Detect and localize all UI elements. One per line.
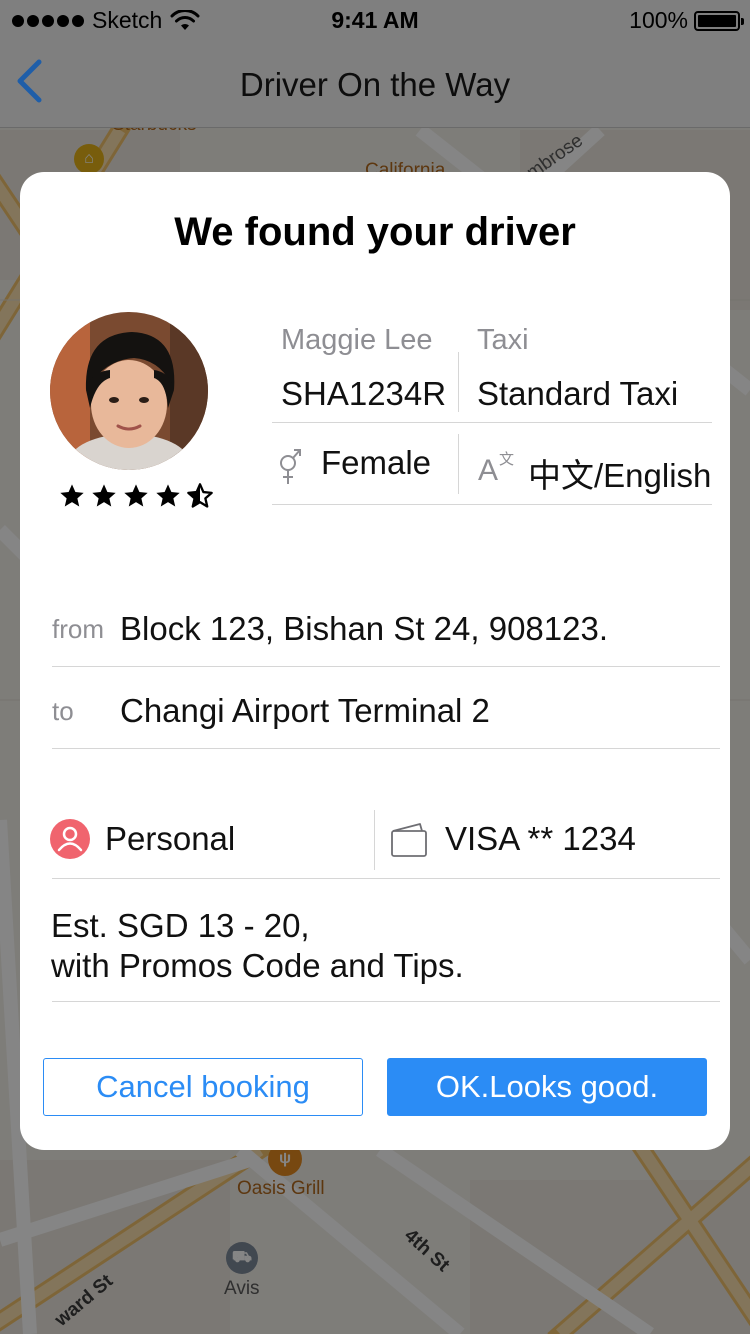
person-icon [50, 819, 90, 859]
wallet-icon [391, 823, 427, 857]
from-label: from [52, 614, 104, 644]
payment-method-selector[interactable]: VISA ** 1234 [390, 812, 710, 868]
translate-icon: A 文 [478, 450, 514, 484]
to-label: to [52, 696, 74, 726]
divider [272, 422, 712, 423]
driver-rating [58, 482, 214, 510]
vehicle-type: Standard Taxi [477, 375, 679, 412]
dialog-title: We found your driver [174, 210, 576, 254]
battery-percent: 100% [629, 7, 688, 33]
divider [458, 352, 459, 412]
fare-estimate-line: Est. SGD 13 - 20, [51, 907, 310, 944]
driver-avatar [50, 312, 208, 470]
star-full-icon [124, 484, 148, 507]
star-full-icon [92, 484, 116, 507]
fare-estimate-note: with Promos Code and Tips. [51, 947, 464, 984]
fare-estimate: Est. SGD 13 - 20, with Promos Code and T… [51, 906, 464, 986]
battery-icon [694, 10, 744, 31]
cancel-booking-button[interactable]: Cancel booking [43, 1058, 363, 1116]
svg-text:A: A [478, 454, 498, 484]
star-half-icon [187, 483, 213, 508]
page-title: Driver On the Way [239, 66, 511, 103]
driver-languages: 中文/English [528, 457, 712, 494]
star-full-icon [60, 484, 84, 507]
vehicle-type-label: Taxi [477, 324, 529, 356]
driver-found-dialog: We found your driver Maggie Lee Taxi SHA… [20, 172, 730, 1150]
driver-gender: Female [321, 444, 432, 481]
gender-icon [280, 449, 301, 484]
pickup-address[interactable]: Block 123, Bishan St 24, 908123. [120, 610, 608, 648]
status-bar: Sketch 9:41 AM 100% [0, 0, 750, 40]
divider [374, 810, 375, 870]
driver-name: Maggie Lee [281, 324, 433, 356]
divider [52, 748, 720, 749]
divider [272, 504, 712, 505]
payment-method-label: VISA ** 1234 [445, 820, 636, 857]
divider [52, 878, 720, 879]
star-full-icon [156, 484, 180, 507]
navigation-bar: Driver On the Way [0, 40, 750, 128]
profile-label: Personal [105, 820, 236, 857]
divider [458, 434, 459, 494]
divider [52, 666, 720, 667]
svg-text:文: 文 [499, 450, 514, 468]
battery-status: 100% [629, 7, 744, 34]
confirm-button[interactable]: OK.Looks good. [387, 1058, 707, 1116]
license-plate: SHA1234R [281, 375, 447, 412]
dropoff-address[interactable]: Changi Airport Terminal 2 [120, 692, 490, 730]
profile-selector[interactable]: Personal [50, 812, 370, 868]
divider [52, 1001, 720, 1002]
